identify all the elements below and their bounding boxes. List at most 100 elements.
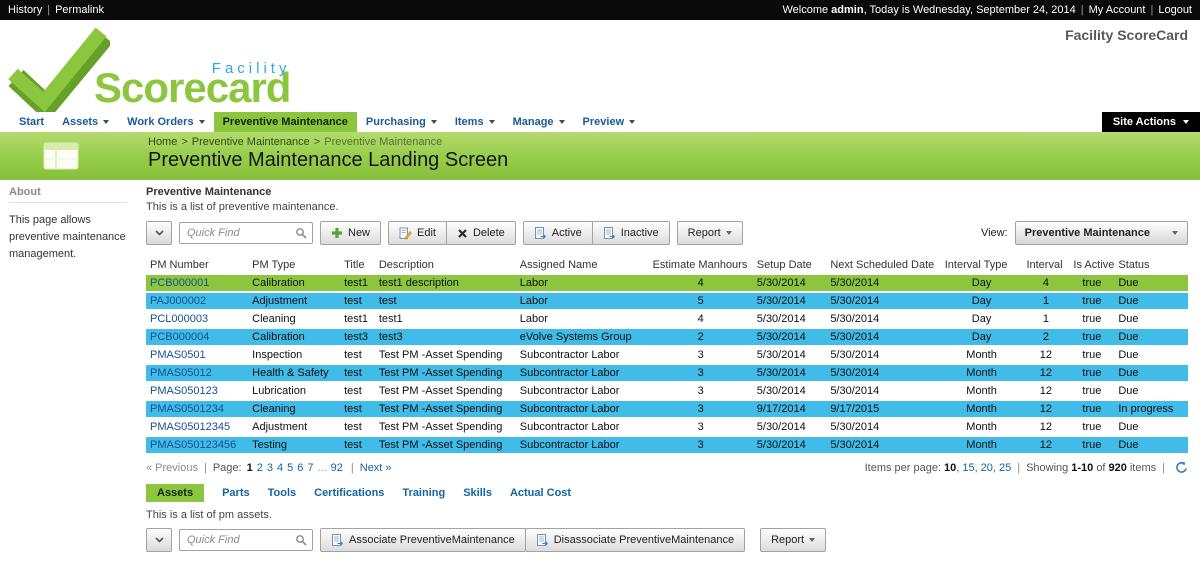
logout-link[interactable]: Logout xyxy=(1158,4,1192,16)
pm-number-link[interactable]: PMAS050123 xyxy=(150,385,218,397)
cell-pm-number: PMAS05012 xyxy=(146,364,248,382)
column-header-title: Title xyxy=(340,255,375,275)
view-select[interactable]: Preventive Maintenance xyxy=(1015,221,1188,245)
per-page-option[interactable]: 20 xyxy=(981,462,993,474)
cell-title: test1 xyxy=(340,310,375,328)
cell-next-scheduled-date: 5/30/2014 xyxy=(826,328,940,346)
page-link[interactable]: 5 xyxy=(287,462,293,474)
cell-interval: 12 xyxy=(1022,436,1069,454)
document-arrow-icon xyxy=(331,534,344,547)
separator: | xyxy=(1017,462,1020,474)
report-button-label: Report xyxy=(688,227,721,239)
pm-number-link[interactable]: PCB000004 xyxy=(150,331,209,343)
table-row[interactable]: PMAS0501234CleaningtestTest PM -Asset Sp… xyxy=(146,400,1188,418)
separator: | xyxy=(47,4,50,16)
logo-wordmark: ScorecardFacility xyxy=(94,68,294,108)
cell-description: test1 xyxy=(375,310,516,328)
associate-button[interactable]: Associate PreventiveMaintenance xyxy=(320,528,526,552)
tab-skills[interactable]: Skills xyxy=(463,487,492,499)
tab-training[interactable]: Training xyxy=(402,487,445,499)
cell-status: Due xyxy=(1114,418,1188,436)
pm-number-link[interactable]: PMAS0501 xyxy=(150,349,206,361)
cell-next-scheduled-date: 5/30/2014 xyxy=(826,292,940,310)
report-button[interactable]: Report xyxy=(677,221,743,245)
nav-item-purchasing[interactable]: Purchasing xyxy=(357,112,446,132)
nav-label: Assets xyxy=(62,116,98,128)
quick-find-input[interactable] xyxy=(185,226,295,240)
tab-tools[interactable]: Tools xyxy=(268,487,297,499)
assets-report-button[interactable]: Report xyxy=(760,528,826,552)
assets-quick-find-input[interactable] xyxy=(185,533,295,547)
showing-total: 920 xyxy=(1109,462,1127,474)
document-arrow-icon xyxy=(534,227,547,240)
nav-item-start[interactable]: Start xyxy=(10,112,53,132)
page-link[interactable]: 2 xyxy=(257,462,263,474)
page-link[interactable]: 7 xyxy=(307,462,313,474)
pm-number-link[interactable]: PCB000001 xyxy=(150,277,209,289)
page-link[interactable]: 6 xyxy=(297,462,303,474)
nav-item-preview[interactable]: Preview xyxy=(574,112,645,132)
table-row[interactable]: PMAS050123LubricationtestTest PM -Asset … xyxy=(146,382,1188,400)
banner-text: Home>Preventive Maintenance>Preventive M… xyxy=(148,136,508,172)
nav-item-work-orders[interactable]: Work Orders xyxy=(118,112,213,132)
refresh-icon xyxy=(1175,461,1188,474)
breadcrumb-home[interactable]: Home xyxy=(148,136,177,148)
new-button[interactable]: New xyxy=(320,221,381,245)
showing-prefix: Showing xyxy=(1026,462,1068,474)
per-page-option[interactable]: 15 xyxy=(962,462,974,474)
site-actions-button[interactable]: Site Actions xyxy=(1102,112,1200,132)
breadcrumb-preventive-maintenance[interactable]: Preventive Maintenance xyxy=(192,136,310,148)
table-row[interactable]: PAJ000002AdjustmenttesttestLabor55/30/20… xyxy=(146,292,1188,310)
page-link[interactable]: 3 xyxy=(267,462,273,474)
nav-item-manage[interactable]: Manage xyxy=(504,112,574,132)
next-page-link[interactable]: Next » xyxy=(360,462,392,474)
nav-item-items[interactable]: Items xyxy=(446,112,504,132)
cell-description: Test PM -Asset Spending xyxy=(375,418,516,436)
table-row[interactable]: PMAS05012345AdjustmenttestTest PM -Asset… xyxy=(146,418,1188,436)
assets-filter-dropdown-button[interactable] xyxy=(146,528,172,552)
per-page-option[interactable]: 25 xyxy=(999,462,1011,474)
column-header-assigned-name: Assigned Name xyxy=(516,255,649,275)
history-link[interactable]: History xyxy=(8,4,42,16)
tab-actual-cost[interactable]: Actual Cost xyxy=(510,487,571,499)
table-row[interactable]: PMAS05012Health & SafetytestTest PM -Ass… xyxy=(146,364,1188,382)
page-link[interactable]: 4 xyxy=(277,462,283,474)
pm-number-link[interactable]: PMAS050123456 xyxy=(150,439,236,451)
nav-item-preventive-maintenance[interactable]: Preventive Maintenance xyxy=(214,112,357,132)
tab-certifications[interactable]: Certifications xyxy=(314,487,384,499)
previous-page-link[interactable]: « Previous xyxy=(146,462,198,474)
delete-button[interactable]: Delete xyxy=(446,221,516,245)
assets-toolbar: Associate PreventiveMaintenance Disassoc… xyxy=(146,528,1188,552)
cell-pm-number: PCB000001 xyxy=(146,275,248,292)
table-row[interactable]: PMAS050123456TestingtestTest PM -Asset S… xyxy=(146,436,1188,454)
filter-dropdown-button[interactable] xyxy=(146,221,172,245)
edit-button[interactable]: Edit xyxy=(388,221,447,245)
inactive-button[interactable]: Inactive xyxy=(592,221,670,245)
pm-number-link[interactable]: PMAS0501234 xyxy=(150,403,224,415)
cell-status: Due xyxy=(1114,364,1188,382)
cell-is-active: true xyxy=(1069,310,1114,328)
last-page-link[interactable]: 92 xyxy=(331,462,343,474)
nav-item-assets[interactable]: Assets xyxy=(53,112,118,132)
table-row[interactable]: PCB000001Calibrationtest1test1 descripti… xyxy=(146,275,1188,292)
table-row[interactable]: PCL000003Cleaningtest1test1Labor45/30/20… xyxy=(146,310,1188,328)
pm-number-link[interactable]: PMAS05012 xyxy=(150,367,212,379)
cell-assigned-name: Subcontractor Labor xyxy=(516,346,649,364)
nav-label: Items xyxy=(455,116,484,128)
table-row[interactable]: PMAS0501InspectiontestTest PM -Asset Spe… xyxy=(146,346,1188,364)
table-row[interactable]: PCB000004Calibrationtest3test3eVolve Sys… xyxy=(146,328,1188,346)
tab-parts[interactable]: Parts xyxy=(222,487,250,499)
cell-is-active: true xyxy=(1069,364,1114,382)
pm-number-link[interactable]: PCL000003 xyxy=(150,313,208,325)
disassociate-button[interactable]: Disassociate PreventiveMaintenance xyxy=(525,528,745,552)
refresh-button[interactable] xyxy=(1175,461,1188,474)
tab-assets[interactable]: Assets xyxy=(146,484,204,502)
permalink-link[interactable]: Permalink xyxy=(55,4,104,16)
my-account-link[interactable]: My Account xyxy=(1089,4,1146,16)
active-button[interactable]: Active xyxy=(523,221,593,245)
pm-number-link[interactable]: PMAS05012345 xyxy=(150,421,230,433)
search-icon xyxy=(295,534,307,546)
pm-number-link[interactable]: PAJ000002 xyxy=(150,295,206,307)
cell-status: Due xyxy=(1114,382,1188,400)
cell-status: In progress xyxy=(1114,400,1188,418)
